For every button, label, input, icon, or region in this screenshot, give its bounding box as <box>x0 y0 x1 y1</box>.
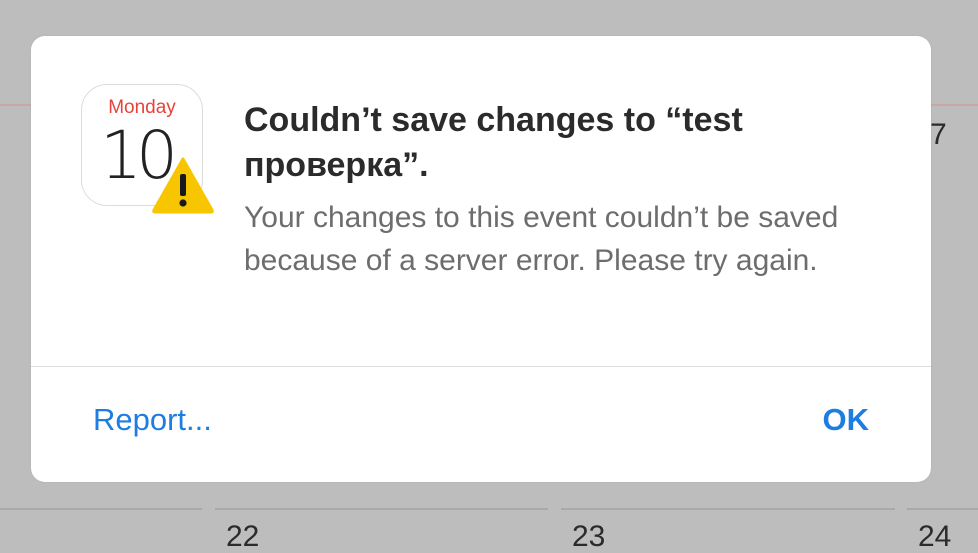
icon-weekday: Monday <box>108 97 176 118</box>
alert-title: Couldn’t save changes to “test проверка”… <box>244 101 743 184</box>
report-button[interactable]: Report... <box>93 400 212 440</box>
ok-button[interactable]: OK <box>823 400 870 440</box>
calendar-grid-line <box>907 508 978 510</box>
calendar-grid-line <box>215 508 548 510</box>
warning-icon <box>152 157 214 214</box>
calendar-date-22[interactable]: 22 <box>226 522 259 552</box>
calendar-grid-line <box>561 508 895 510</box>
button-separator <box>31 366 931 367</box>
alert-message: Your changes to this event couldn’t be s… <box>244 201 839 277</box>
calendar-current-time-line-left <box>0 104 31 106</box>
calendar-grid-line <box>0 508 202 510</box>
calendar-date-24[interactable]: 24 <box>918 522 951 552</box>
calendar-date-7[interactable]: 7 <box>930 120 947 150</box>
calendar-current-time-line-right <box>931 104 978 106</box>
calendar-date-23[interactable]: 23 <box>572 522 605 552</box>
error-alert-dialog: Monday 10 Couldn’t save changes to “test… <box>31 36 931 482</box>
